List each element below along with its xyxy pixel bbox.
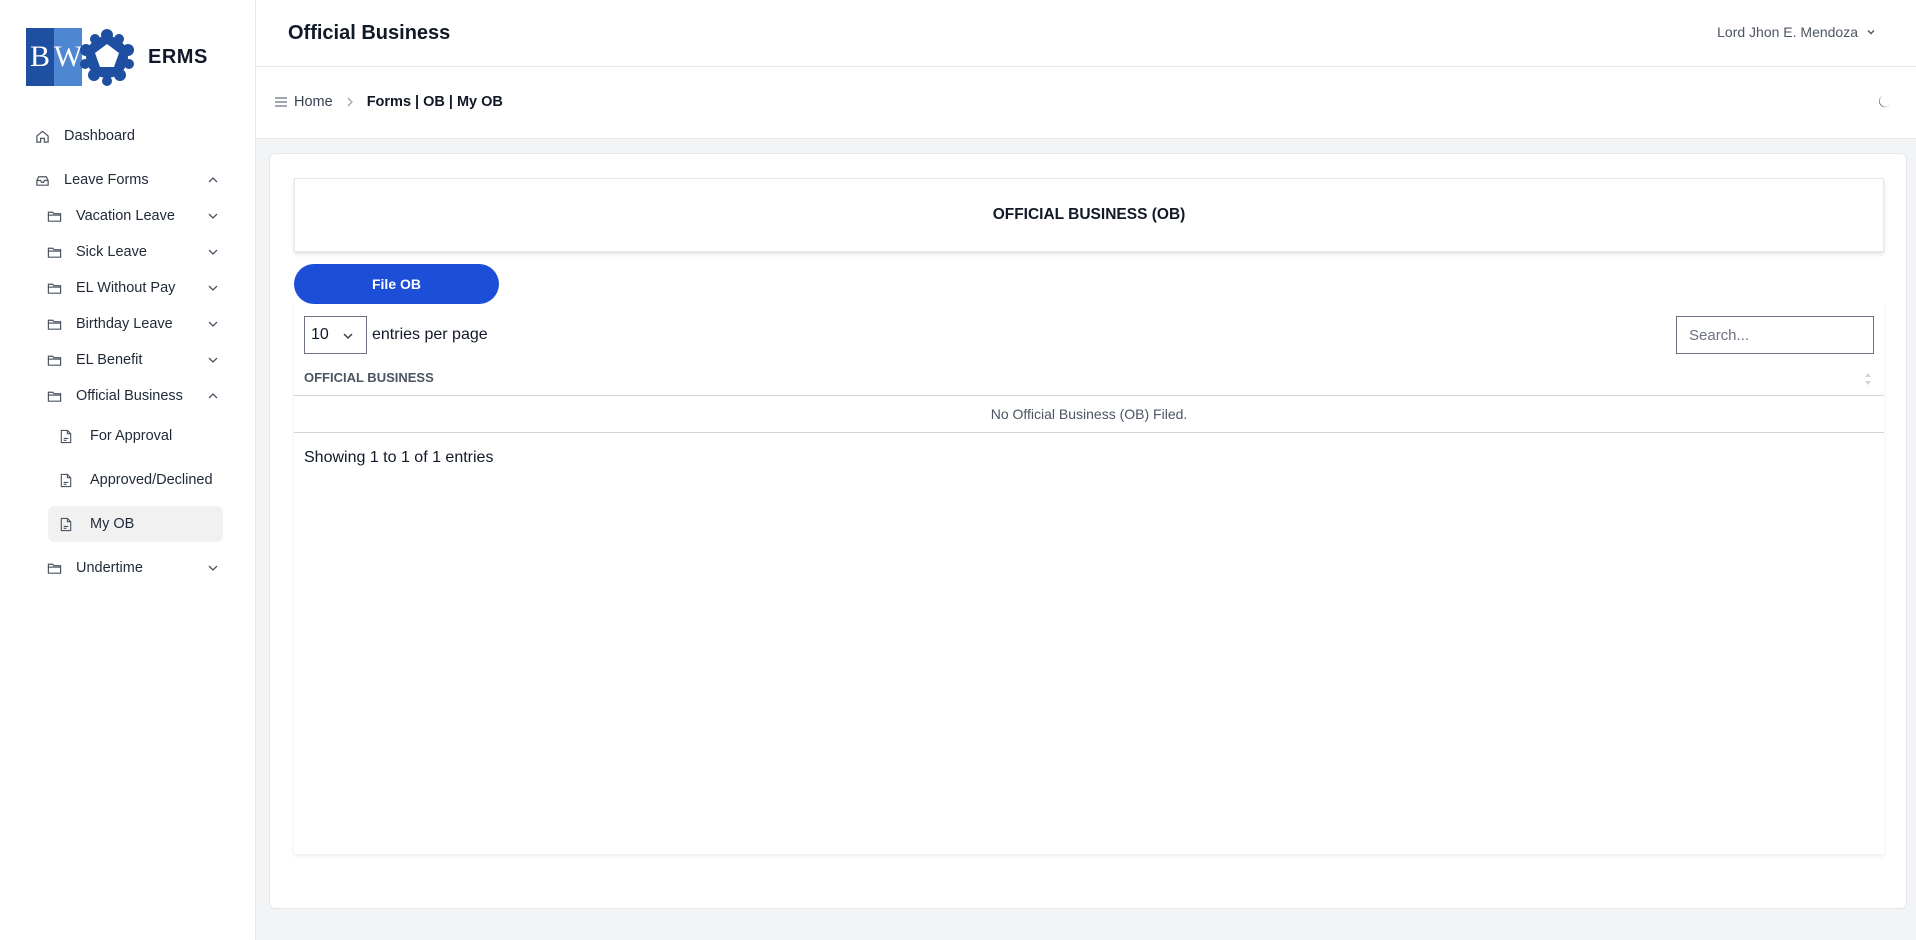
sidebar-nav: Dashboard Leave Forms Vacation Leave Sic… — [0, 118, 256, 590]
sidebar-item-label: Vacation Leave — [76, 208, 175, 224]
search-input[interactable] — [1676, 316, 1874, 354]
breadcrumb-current: Forms | OB | My OB — [366, 94, 503, 110]
logo-letter-b: B — [26, 28, 54, 86]
sidebar-item-label: Birthday Leave — [76, 316, 173, 332]
sidebar-item-my-ob[interactable]: My OB — [0, 502, 256, 546]
chevron-down-icon — [208, 565, 218, 571]
sidebar-item-undertime[interactable]: Undertime — [0, 546, 256, 590]
breadcrumb-home-link[interactable]: Home — [294, 94, 333, 110]
sidebar-item-el-without-pay[interactable]: EL Without Pay — [0, 270, 256, 306]
sidebar-item-label: Dashboard — [64, 128, 135, 144]
folder-icon — [46, 560, 62, 576]
sidebar-item-label: Leave Forms — [64, 172, 149, 188]
main-card: OFFICIAL BUSINESS (OB) File OB 10 entrie… — [269, 153, 1907, 909]
chevron-right-icon — [347, 97, 353, 107]
sidebar-item-label: Official Business — [76, 388, 183, 404]
entries-per-page-control: 10 entries per page — [304, 316, 488, 354]
sidebar-item-leave-forms[interactable]: Leave Forms — [0, 162, 256, 198]
folder-icon — [46, 352, 62, 368]
user-menu[interactable]: Lord Jhon E. Mendoza — [1717, 24, 1876, 40]
document-icon — [58, 516, 74, 532]
app-name: ERMS — [148, 45, 208, 68]
document-icon — [58, 472, 74, 488]
gear-logo-icon — [80, 29, 134, 86]
logo[interactable]: B W ERMS — [26, 28, 208, 86]
sidebar-item-label: EL Benefit — [76, 352, 143, 368]
sidebar-item-label: Undertime — [76, 560, 143, 576]
table-info: Showing 1 to 1 of 1 entries — [304, 449, 494, 466]
page-title: Official Business — [288, 22, 451, 44]
sidebar-item-for-approval[interactable]: For Approval — [0, 414, 256, 458]
chevron-up-icon — [208, 177, 218, 183]
user-name: Lord Jhon E. Mendoza — [1717, 24, 1858, 40]
chevron-down-icon — [343, 333, 353, 340]
data-table: 10 entries per page OFFICIAL BUSINESS No… — [294, 304, 1884, 854]
document-icon — [58, 428, 74, 444]
sidebar-item-birthday-leave[interactable]: Birthday Leave — [0, 306, 256, 342]
chevron-down-icon — [1867, 30, 1875, 35]
chevron-down-icon — [208, 285, 218, 291]
dark-mode-toggle-icon[interactable] — [1876, 94, 1892, 110]
home-icon — [34, 128, 50, 144]
breadcrumb-bar: Home Forms | OB | My OB — [256, 67, 1916, 139]
chevron-down-icon — [208, 357, 218, 363]
top-header: Official Business Lord Jhon E. Mendoza — [256, 0, 1916, 67]
folder-icon — [46, 388, 62, 404]
chevron-up-icon — [208, 393, 218, 399]
sidebar: B W ERMS Dashboard Leave Forms Vacation … — [0, 0, 256, 940]
chevron-down-icon — [208, 213, 218, 219]
table-empty-row: No Official Business (OB) Filed. — [294, 396, 1884, 433]
sidebar-item-dashboard[interactable]: Dashboard — [0, 118, 256, 154]
sidebar-item-official-business[interactable]: Official Business — [0, 378, 256, 414]
inbox-icon — [34, 172, 50, 188]
sidebar-item-approved-declined[interactable]: Approved/Declined — [0, 458, 256, 502]
file-ob-button[interactable]: File OB — [294, 264, 499, 304]
sidebar-item-el-benefit[interactable]: EL Benefit — [0, 342, 256, 378]
sidebar-item-label: EL Without Pay — [76, 280, 176, 296]
per-page-label: entries per page — [372, 326, 488, 343]
column-header-label: OFFICIAL BUSINESS — [304, 370, 434, 385]
per-page-select[interactable]: 10 — [304, 316, 367, 354]
logo-mark: B W — [26, 28, 82, 86]
sidebar-item-label: My OB — [90, 516, 135, 532]
breadcrumb: Home Forms | OB | My OB — [274, 94, 503, 110]
folder-icon — [46, 244, 62, 260]
folder-icon — [46, 316, 62, 332]
chevron-down-icon — [208, 249, 218, 255]
chevron-down-icon — [208, 321, 218, 327]
card-title: OFFICIAL BUSINESS (OB) — [294, 178, 1884, 252]
sidebar-item-sick-leave[interactable]: Sick Leave — [0, 234, 256, 270]
per-page-value: 10 — [311, 326, 329, 343]
sort-icon — [1865, 373, 1871, 385]
folder-icon — [46, 280, 62, 296]
sidebar-item-label: Sick Leave — [76, 244, 147, 260]
folder-icon — [46, 208, 62, 224]
sidebar-item-vacation-leave[interactable]: Vacation Leave — [0, 198, 256, 234]
menu-icon[interactable] — [274, 96, 288, 108]
sidebar-item-label: For Approval — [90, 428, 173, 444]
sidebar-item-label: Approved/Declined — [90, 472, 213, 488]
column-header-official-business[interactable]: OFFICIAL BUSINESS — [294, 360, 1884, 396]
